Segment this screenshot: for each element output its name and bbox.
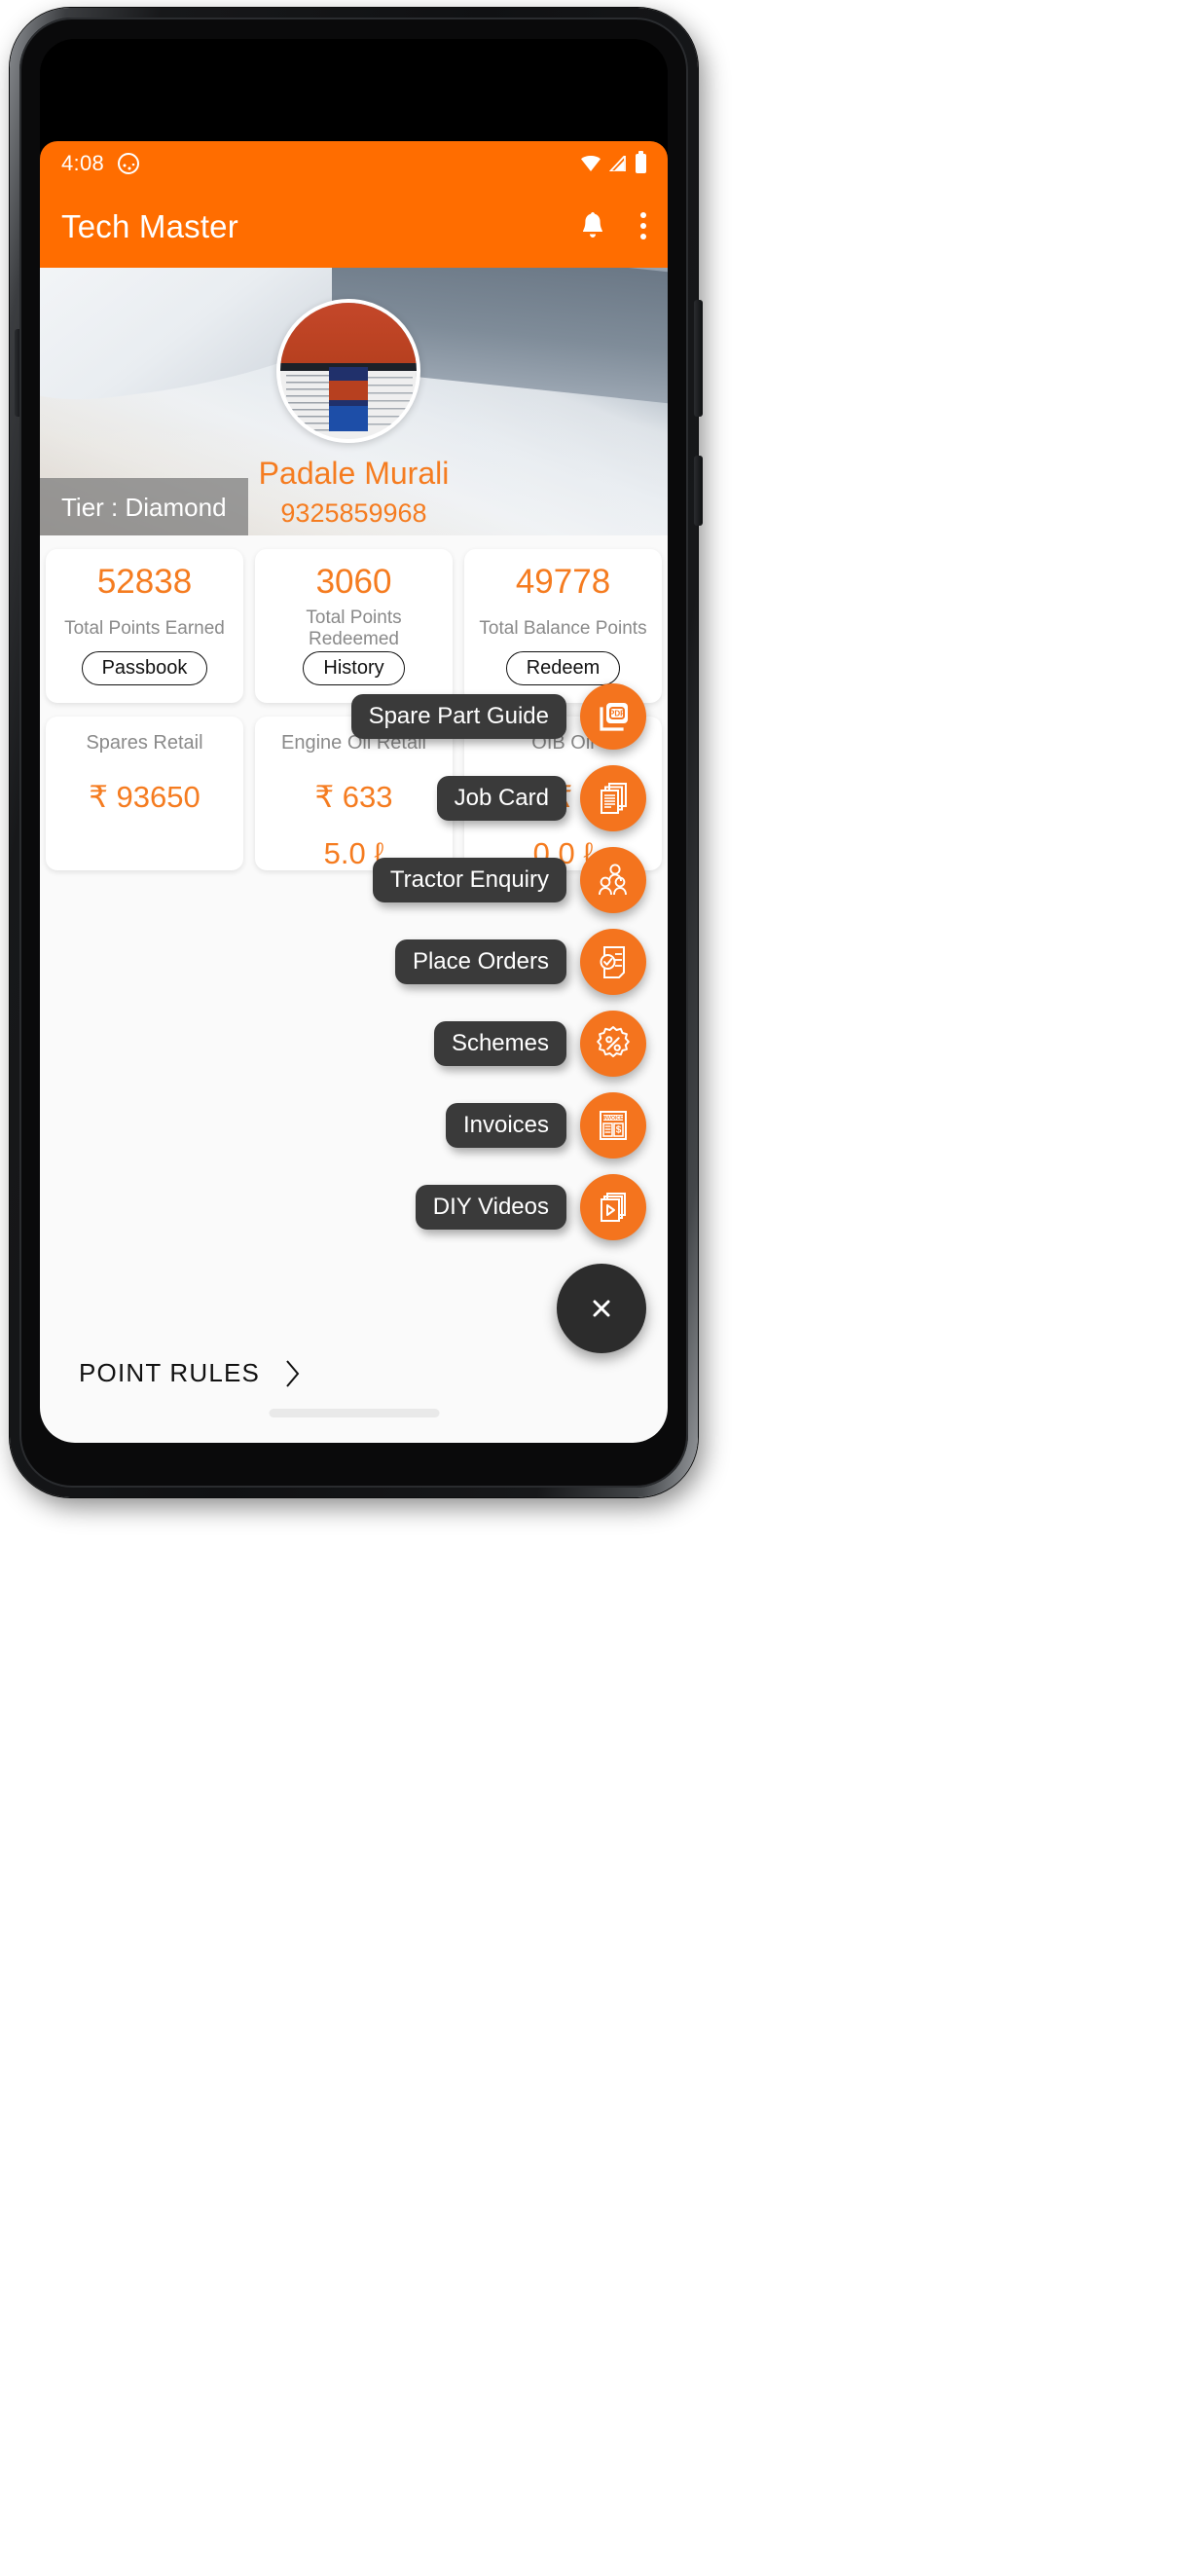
retail-card-spares: Spares Retail ₹ 93650 — [46, 717, 243, 870]
kebab-menu-icon[interactable] — [640, 212, 646, 241]
app-bar: Tech Master — [40, 186, 668, 268]
battery-icon — [636, 151, 646, 173]
percent-badge-icon[interactable] — [580, 1011, 646, 1077]
status-badge: Tier : Diamond — [40, 478, 248, 535]
stat-card-points-redeemed: 3060 Total Points Redeemed History — [255, 549, 453, 703]
stacked-documents-icon[interactable] — [580, 765, 646, 831]
stat-card-balance-points: 49778 Total Balance Points Redeem — [464, 549, 662, 703]
fab-label: Schemes — [433, 1021, 566, 1066]
retail-title: Spares Retail — [86, 732, 203, 754]
fab-label: Invoices — [445, 1103, 566, 1148]
screenshot-root: 4:08 Tech Master Padale Murali 932585996… — [0, 0, 1202, 2576]
app-container: 4:08 Tech Master Padale Murali 932585996… — [40, 39, 668, 1443]
content-area: 52838 Total Points Earned Passbook 3060 … — [40, 535, 668, 1443]
stat-card-points-earned: 52838 Total Points Earned Passbook — [46, 549, 243, 703]
history-button[interactable]: History — [303, 651, 405, 685]
fab-item-spare-part-guide[interactable]: Spare Part Guide PDF — [350, 683, 646, 750]
chevron-right-icon — [286, 1359, 300, 1387]
power-button[interactable] — [694, 456, 703, 526]
fab-item-place-orders[interactable]: Place Orders — [394, 929, 646, 995]
svg-text:INVOICE: INVOICE — [603, 1116, 624, 1122]
video-stack-icon[interactable] — [580, 1174, 646, 1240]
invoice-icon[interactable]: INVOICE $ — [580, 1092, 646, 1159]
fab-label: Tractor Enquiry — [372, 858, 566, 902]
avatar-photo-dot — [343, 410, 354, 423]
profile-banner: Padale Murali 9325859968 Tier : Diamond — [40, 268, 668, 535]
stat-value: 49778 — [515, 563, 611, 601]
bell-icon[interactable] — [580, 212, 605, 241]
redeem-button[interactable]: Redeem — [505, 651, 621, 685]
fab-label: Place Orders — [394, 939, 566, 984]
status-bar: 4:08 — [40, 141, 668, 186]
order-checklist-icon[interactable] — [580, 929, 646, 995]
fab-item-schemes[interactable]: Schemes — [433, 1011, 646, 1077]
speed-dial-menu: Spare Part Guide PDF Job Card Tractor En… — [350, 683, 646, 1353]
avatar[interactable] — [276, 299, 420, 443]
fab-label: Job Card — [436, 776, 566, 821]
avatar-photo-top — [280, 303, 417, 363]
fab-item-job-card[interactable]: Job Card — [436, 765, 646, 831]
close-icon[interactable] — [557, 1264, 646, 1353]
phone-bezel: 4:08 Tech Master Padale Murali 932585996… — [19, 18, 688, 1488]
volume-button[interactable] — [694, 300, 703, 417]
stat-label: Total Points Redeemed — [306, 607, 402, 649]
fab-item-invoices[interactable]: Invoices INVOICE $ — [445, 1092, 646, 1159]
app-bar-actions — [580, 212, 646, 241]
stat-label: Total Balance Points — [479, 617, 647, 639]
phone-screen: 4:08 Tech Master Padale Murali 932585996… — [40, 39, 668, 1443]
stat-value: 52838 — [96, 563, 193, 601]
fab-label: Spare Part Guide — [350, 694, 566, 739]
svg-text:PDF: PDF — [609, 710, 625, 718]
retail-amount: ₹ 93650 — [89, 780, 200, 814]
page-title: Tech Master — [61, 208, 238, 244]
pdf-document-icon[interactable]: PDF — [580, 683, 646, 750]
point-rules-label: POINT RULES — [79, 1358, 261, 1387]
fab-item-diy-videos[interactable]: DIY Videos — [415, 1174, 646, 1240]
point-rules-link[interactable]: POINT RULES — [40, 1358, 668, 1388]
cat-app-icon — [118, 153, 140, 174]
stat-value: 3060 — [315, 563, 392, 601]
avatar-photo-phone — [329, 366, 368, 431]
fab-item-tractor-enquiry[interactable]: Tractor Enquiry — [372, 847, 646, 913]
fab-label: DIY Videos — [415, 1185, 566, 1230]
stat-label: Total Points Earned — [64, 617, 225, 639]
phone-frame: 4:08 Tech Master Padale Murali 932585996… — [10, 8, 703, 1497]
status-icons — [581, 151, 646, 173]
stat-cards-row: 52838 Total Points Earned Passbook 3060 … — [40, 549, 668, 703]
passbook-button[interactable]: Passbook — [81, 651, 208, 685]
status-time: 4:08 — [61, 151, 105, 175]
gesture-nav-bar[interactable] — [269, 1409, 439, 1417]
people-group-icon[interactable] — [580, 847, 646, 913]
signal-icon — [609, 156, 626, 171]
svg-text:$: $ — [616, 1125, 622, 1136]
avatar-photo-right-lines — [366, 376, 413, 427]
wifi-icon — [581, 156, 601, 171]
